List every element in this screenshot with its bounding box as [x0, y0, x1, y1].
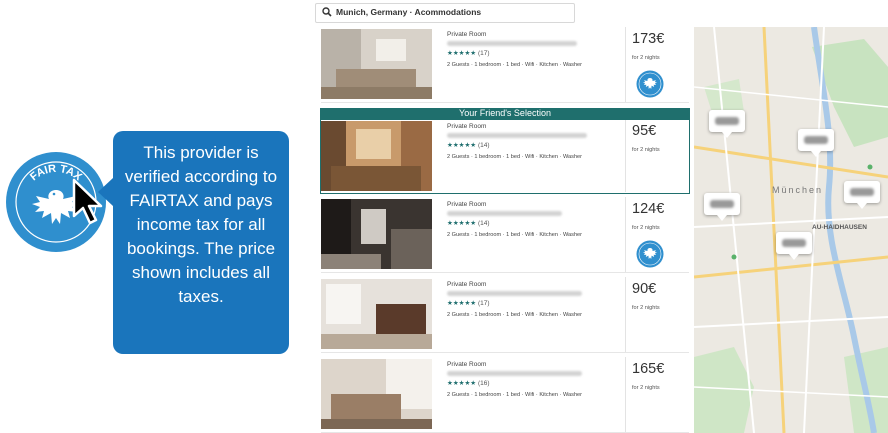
star-rating-icon: ★★★★★: [447, 50, 477, 57]
price-box: 90€ for 2 nights: [625, 277, 690, 352]
listing-nights: for 2 nights: [632, 225, 660, 231]
listing-type: Private Room: [447, 31, 487, 38]
listing-photo: [321, 199, 432, 269]
map-price-marker[interactable]: [709, 110, 745, 138]
listing-rating: ★★★★★ (14): [447, 219, 490, 227]
search-query: Munich, Germany · Acommodations: [336, 7, 482, 17]
star-rating-icon: ★★★★★: [447, 220, 477, 227]
review-count: (14): [477, 220, 490, 227]
map-price-marker[interactable]: [704, 193, 740, 221]
listing-amenities: 2 Guests · 1 bedroom · 1 bed · Wifi · Ki…: [447, 392, 583, 398]
listing-photo: [321, 359, 432, 429]
listing-rating: ★★★★★ (16): [447, 379, 490, 387]
listing-amenities: 2 Guests · 1 bedroom · 1 bed · Wifi · Ki…: [447, 62, 583, 68]
listing-card[interactable]: Private Room ★★★★★ (16) 2 Guests · 1 bed…: [321, 357, 689, 433]
listing-price: 124€: [632, 201, 665, 217]
listing-card[interactable]: Private Room ★★★★★ (17) 2 Guests · 1 bed…: [321, 27, 689, 103]
map-city-label: München: [772, 185, 824, 195]
friends-selection-banner: Your Friend's Selection: [320, 108, 690, 119]
map-price-marker[interactable]: [798, 129, 834, 157]
listing-title-blurred: [447, 211, 562, 216]
listing-price: 165€: [632, 361, 665, 377]
listing-card[interactable]: Private Room ★★★★★ (17) 2 Guests · 1 bed…: [321, 277, 689, 353]
review-count: (17): [477, 300, 490, 307]
map-price-marker[interactable]: [844, 181, 880, 209]
listing-type: Private Room: [447, 361, 487, 368]
listing-rating: ★★★★★ (17): [447, 299, 490, 307]
search-icon: [322, 7, 332, 17]
review-count: (17): [477, 50, 490, 57]
listing-price: 173€: [632, 31, 665, 47]
tooltip-text: This provider is verified according to F…: [124, 143, 278, 306]
price-box: 165€ for 2 nights: [625, 357, 690, 432]
listing-type: Private Room: [447, 281, 487, 288]
map-price-marker[interactable]: [776, 232, 812, 260]
listing-amenities: 2 Guests · 1 bedroom · 1 bed · Wifi · Ki…: [447, 312, 583, 318]
listing-amenities: 2 Guests · 1 bedroom · 1 bed · Wifi · Ki…: [447, 232, 583, 238]
star-rating-icon: ★★★★★: [447, 380, 477, 387]
fairtax-logo-icon[interactable]: [636, 240, 664, 268]
listing-type: Private Room: [447, 201, 487, 208]
search-bar[interactable]: Munich, Germany · Acommodations: [315, 3, 575, 23]
fairtax-logo-icon[interactable]: [636, 70, 664, 98]
featured-border: [320, 119, 690, 194]
listing-nights: for 2 nights: [632, 55, 660, 61]
listing-photo: [321, 279, 432, 349]
map-panel[interactable]: München AU-HAIDHAUSEN: [694, 27, 888, 433]
price-box: 173€ for 2 nights: [625, 27, 690, 102]
map-district-label: AU-HAIDHAUSEN: [812, 224, 867, 231]
listing-rating: ★★★★★ (17): [447, 49, 490, 57]
tooltip-arrow: [98, 178, 113, 206]
review-count: (16): [477, 380, 490, 387]
listing-nights: for 2 nights: [632, 385, 660, 391]
listing-price: 90€: [632, 281, 657, 297]
listing-title-blurred: [447, 371, 582, 376]
listing-nights: for 2 nights: [632, 305, 660, 311]
star-rating-icon: ★★★★★: [447, 300, 477, 307]
listing-photo: [321, 29, 432, 99]
fairtax-tooltip: This provider is verified according to F…: [98, 131, 289, 354]
price-box: 124€ for 2 nights: [625, 197, 690, 272]
listing-title-blurred: [447, 41, 577, 46]
listing-title-blurred: [447, 291, 582, 296]
listing-card[interactable]: Private Room ★★★★★ (14) 2 Guests · 1 bed…: [321, 197, 689, 273]
